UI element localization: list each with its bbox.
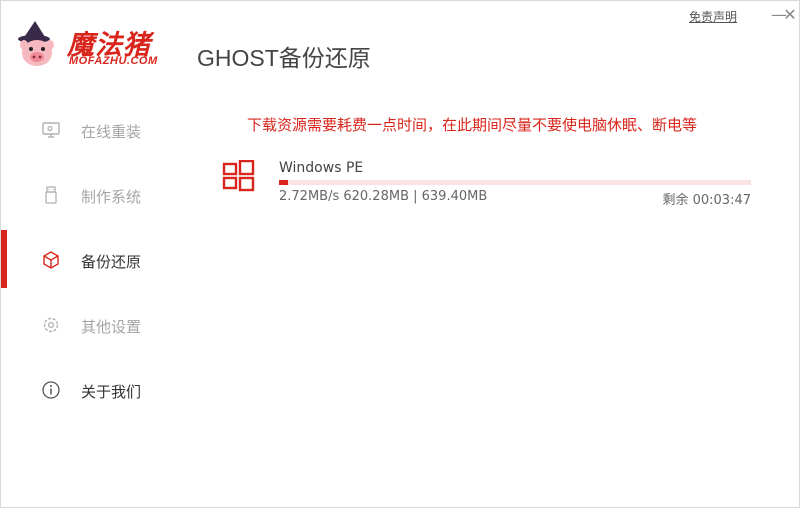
app-window: 魔法猪 MOFAZHU.COM GHOST备份还原 免责声明 — ✕ 在线重装 … bbox=[0, 0, 800, 508]
sidebar-item-online-reinstall[interactable]: 在线重装 bbox=[1, 100, 191, 158]
download-progress-bar bbox=[279, 180, 751, 185]
download-remaining-time: 剩余 00:03:47 bbox=[662, 193, 751, 208]
active-indicator bbox=[1, 230, 7, 288]
monitor-icon bbox=[42, 122, 60, 138]
download-progress-fill bbox=[279, 180, 289, 185]
info-icon bbox=[42, 381, 60, 399]
sidebar-item-make-system[interactable]: 制作系统 bbox=[1, 165, 191, 223]
sidebar-item-label: 关于我们 bbox=[81, 383, 142, 401]
sidebar: 在线重装 制作系统 备份还原 其他设置 关于我们 bbox=[1, 96, 191, 426]
sidebar-item-label: 在线重装 bbox=[81, 123, 142, 141]
download-notice: 下载资源需要耗费一点时间，在此期间尽量不要使电脑休眠、断电等 bbox=[247, 116, 698, 134]
sidebar-item-label: 其他设置 bbox=[81, 318, 142, 336]
windows-icon bbox=[222, 160, 255, 192]
sidebar-item-backup-restore[interactable]: 备份还原 bbox=[1, 230, 191, 288]
sidebar-item-about-us[interactable]: 关于我们 bbox=[1, 360, 191, 418]
cube-icon bbox=[43, 251, 59, 269]
logo-english-text: MOFAZHU.COM bbox=[69, 55, 158, 67]
page-title: GHOST备份还原 bbox=[197, 45, 371, 71]
sidebar-item-label: 备份还原 bbox=[81, 253, 142, 271]
download-name: Windows PE bbox=[279, 160, 364, 176]
usb-icon bbox=[45, 186, 57, 204]
gear-icon bbox=[43, 317, 59, 333]
sidebar-item-label: 制作系统 bbox=[81, 188, 142, 206]
download-stats: 2.72MB/s 620.28MB | 639.40MB bbox=[279, 189, 488, 204]
disclaimer-link[interactable]: 免责声明 bbox=[689, 8, 737, 25]
sidebar-item-other-settings[interactable]: 其他设置 bbox=[1, 295, 191, 353]
brand-logo: 魔法猪 MOFAZHU.COM bbox=[15, 19, 175, 71]
pig-mascot-icon bbox=[18, 21, 54, 66]
close-button[interactable]: ✕ bbox=[780, 5, 800, 25]
